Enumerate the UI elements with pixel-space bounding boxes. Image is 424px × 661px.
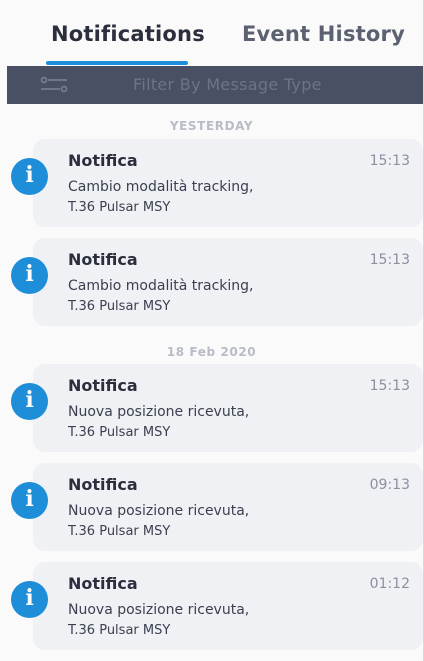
notification-device: T.36 Pulsar MSY <box>68 299 171 314</box>
notification-message: Cambio modalità tracking, <box>68 179 254 195</box>
tab-notifications[interactable]: Notifications <box>51 22 205 46</box>
filter-label: Filter By Message Type <box>133 75 322 94</box>
notification-device: T.36 Pulsar MSY <box>68 524 171 539</box>
notification-device: T.36 Pulsar MSY <box>68 200 171 215</box>
notification-message: Cambio modalità tracking, <box>68 278 254 294</box>
info-icon: i <box>11 158 48 195</box>
section-header-yesterday: YESTERDAY <box>169 119 254 133</box>
filter-sliders-icon[interactable] <box>39 75 69 95</box>
notification-card[interactable]: Notifica 15:13 Nuova posizione ricevuta,… <box>33 364 423 452</box>
notification-card[interactable]: Notifica 15:13 Cambio modalità tracking,… <box>33 238 423 326</box>
info-icon: i <box>11 482 48 519</box>
notification-device: T.36 Pulsar MSY <box>68 425 171 440</box>
info-icon: i <box>11 257 48 294</box>
notification-time: 15:13 <box>369 378 410 394</box>
tab-event-history[interactable]: Event History <box>242 22 405 46</box>
notification-message: Nuova posizione ricevuta, <box>68 503 250 519</box>
active-tab-indicator <box>46 61 188 65</box>
tab-bar: Notifications Event History <box>0 0 423 66</box>
notification-time: 01:12 <box>369 576 410 592</box>
info-icon: i <box>11 581 48 618</box>
notifications-screen: Notifications Event History Filter By Me… <box>0 0 424 661</box>
notification-time: 09:13 <box>369 477 410 493</box>
notification-device: T.36 Pulsar MSY <box>68 623 171 638</box>
notification-card[interactable]: Notifica 01:12 Nuova posizione ricevuta,… <box>33 562 423 650</box>
filter-by-message-type-bar[interactable]: Filter By Message Type <box>7 66 423 104</box>
notification-time: 15:13 <box>369 252 410 268</box>
section-header-date: 18 Feb 2020 <box>166 345 257 359</box>
info-icon: i <box>11 383 48 420</box>
notification-card[interactable]: Notifica 15:13 Cambio modalità tracking,… <box>33 139 423 227</box>
notification-message: Nuova posizione ricevuta, <box>68 404 250 420</box>
notification-message: Nuova posizione ricevuta, <box>68 602 250 618</box>
notification-title: Notifica <box>68 250 138 269</box>
notification-time: 15:13 <box>369 153 410 169</box>
notification-title: Notifica <box>68 574 138 593</box>
notification-title: Notifica <box>68 151 138 170</box>
notification-title: Notifica <box>68 475 138 494</box>
notification-card[interactable]: Notifica 09:13 Nuova posizione ricevuta,… <box>33 463 423 551</box>
notification-title: Notifica <box>68 376 138 395</box>
